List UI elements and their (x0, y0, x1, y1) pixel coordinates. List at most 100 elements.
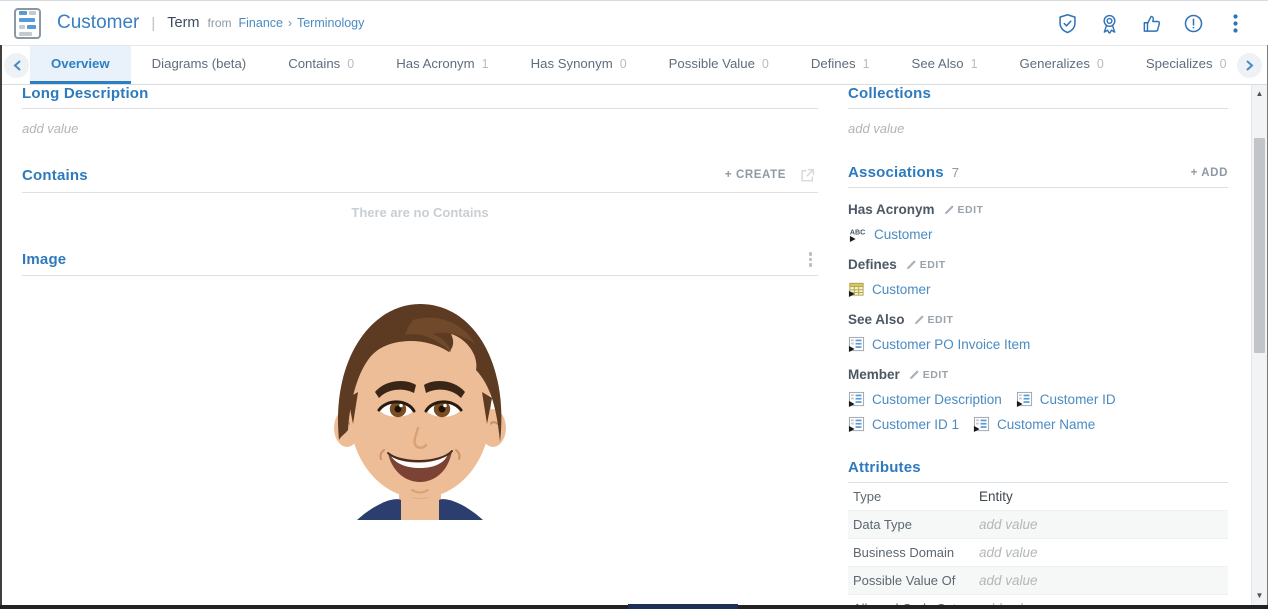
more-menu-button[interactable] (1222, 10, 1248, 36)
tab-has-synonym[interactable]: Has Synonym 0 (510, 46, 648, 84)
tab-count: 0 (347, 56, 355, 71)
attr-row-data-type: Data Type add value (848, 511, 1228, 539)
pencil-icon (906, 260, 916, 270)
page-title: Customer (57, 12, 140, 33)
tabs-scroll-left-button[interactable] (4, 53, 29, 78)
main-left-column: Long Description add value Contains + CR… (22, 85, 818, 520)
tab-defines[interactable]: Defines 1 (790, 46, 891, 84)
assoc-group-member: Member EDIT Customer Description Custome… (848, 367, 1228, 433)
title-divider: | (151, 14, 156, 32)
attr-label: Possible Value Of (853, 573, 956, 588)
tab-label: Overview (51, 56, 110, 71)
scrollbar-thumb[interactable] (1254, 138, 1265, 353)
attribute-doc-icon (848, 336, 865, 353)
tab-diagrams[interactable]: Diagrams (beta) (131, 46, 268, 84)
tab-label: Has Acronym (396, 56, 475, 71)
attributes-table: Type Entity Data Type add value Business… (848, 483, 1228, 609)
attribute-doc-icon (848, 416, 865, 433)
scroll-up-arrow-icon[interactable]: ▲ (1252, 87, 1267, 101)
tab-specializes[interactable]: Specializes 0 (1125, 46, 1230, 84)
assoc-item[interactable]: Customer PO Invoice Item (848, 336, 1030, 353)
assoc-item[interactable]: Customer ID 1 (848, 416, 959, 433)
acronym-icon: ABC (849, 229, 865, 243)
long-description-add-value[interactable]: add value (22, 121, 818, 136)
assoc-item[interactable]: Customer ID (1016, 391, 1116, 408)
attr-row-business-domain: Business Domain add value (848, 539, 1228, 567)
attr-label: Data Type (853, 517, 913, 532)
contains-empty-message: There are no Contains (351, 205, 489, 220)
attr-value-add[interactable]: add value (979, 517, 1038, 532)
assoc-item[interactable]: Customer (848, 281, 931, 298)
section-title: Associations (848, 164, 944, 181)
section-title: Contains (22, 166, 88, 184)
chevron-left-icon (12, 60, 20, 71)
assoc-item[interactable]: Customer Name (973, 416, 1095, 433)
edit-see-also-button[interactable]: EDIT (914, 314, 954, 326)
attribute-doc-icon (973, 416, 990, 433)
tab-see-also[interactable]: See Also 1 (891, 46, 999, 84)
breadcrumb-child[interactable]: Terminology (297, 16, 364, 30)
tab-label: Has Synonym (530, 56, 613, 71)
governance-shield-button[interactable] (1054, 10, 1080, 36)
collections-add-value[interactable]: add value (848, 121, 1228, 136)
tab-overview[interactable]: Overview (30, 46, 131, 84)
attr-value-add[interactable]: add value (979, 573, 1038, 588)
assoc-item[interactable]: Customer Description (848, 391, 1002, 408)
edit-label: EDIT (927, 313, 954, 326)
assoc-item[interactable]: ABC Customer (848, 226, 933, 243)
tab-label: Contains (288, 56, 341, 71)
attr-label: Type (853, 489, 882, 504)
tab-count: 1 (970, 56, 978, 71)
edit-member-button[interactable]: EDIT (909, 369, 949, 381)
assoc-item-label: Customer ID 1 (872, 417, 960, 432)
entity-header: Customer | Term from Finance › Terminolo… (0, 1, 1268, 46)
tab-has-acronym[interactable]: Has Acronym 1 (375, 46, 509, 84)
edit-defines-button[interactable]: EDIT (906, 259, 946, 271)
create-contains-button[interactable]: + CREATE (725, 169, 786, 181)
tab-bar: Overview Diagrams (beta) Contains 0 Has A… (0, 46, 1268, 85)
pencil-icon (914, 315, 923, 325)
create-label: + CREATE (724, 169, 786, 181)
tab-count: 1 (481, 56, 489, 71)
edit-has-acronym-button[interactable]: EDIT (944, 204, 984, 216)
tab-possible-value[interactable]: Possible Value 0 (648, 46, 790, 84)
thumbs-up-icon (1143, 15, 1160, 32)
add-association-button[interactable]: + ADD (1191, 167, 1228, 179)
add-label: + ADD (1190, 166, 1228, 179)
edit-label: EDIT (922, 368, 949, 381)
breadcrumb-parent[interactable]: Finance (239, 16, 283, 30)
attr-label: Business Domain (853, 545, 955, 560)
scroll-down-arrow-icon[interactable]: ▼ (1252, 589, 1267, 603)
section-title: Collections (848, 85, 932, 102)
attribute-doc-icon (848, 391, 865, 408)
window-border-left (0, 45, 2, 609)
tab-contains[interactable]: Contains 0 (267, 46, 375, 84)
tab-count: 0 (761, 56, 769, 71)
assoc-item-label: Customer PO Invoice Item (872, 337, 1031, 352)
expand-contains-button[interactable] (796, 164, 818, 186)
group-name: Has Acronym (848, 202, 935, 217)
assoc-group-has-acronym: Has Acronym EDIT ABC Customer (848, 202, 1228, 243)
tab-generalizes[interactable]: Generalizes 0 (999, 46, 1125, 84)
shield-check-icon (1058, 13, 1076, 33)
image-menu-button[interactable] (803, 250, 819, 269)
pencil-icon (909, 370, 919, 380)
alert-circle-icon (1184, 14, 1202, 32)
tabs-scroll-right-button[interactable] (1237, 53, 1262, 78)
attr-value: Entity (979, 489, 1013, 504)
long-description-header: Long Description (22, 85, 818, 109)
like-button[interactable] (1138, 10, 1164, 36)
alert-button[interactable] (1180, 10, 1206, 36)
tab-label: Diagrams (beta) (151, 56, 247, 71)
section-title: Attributes (848, 459, 921, 476)
attr-value-add[interactable]: add value (979, 545, 1038, 560)
assoc-item-label: Customer ID (1039, 392, 1116, 407)
associations-header: Associations 7 + ADD (848, 164, 1228, 188)
kebab-menu-icon (1232, 13, 1238, 33)
tab-strip: Overview Diagrams (beta) Contains 0 Has A… (30, 46, 1230, 84)
certify-award-button[interactable] (1096, 10, 1122, 36)
contains-header: Contains + CREATE (22, 164, 818, 193)
attr-row-possible-value-of: Possible Value Of add value (848, 567, 1228, 595)
tab-label: Defines (810, 56, 856, 71)
entity-table-icon (848, 282, 864, 298)
